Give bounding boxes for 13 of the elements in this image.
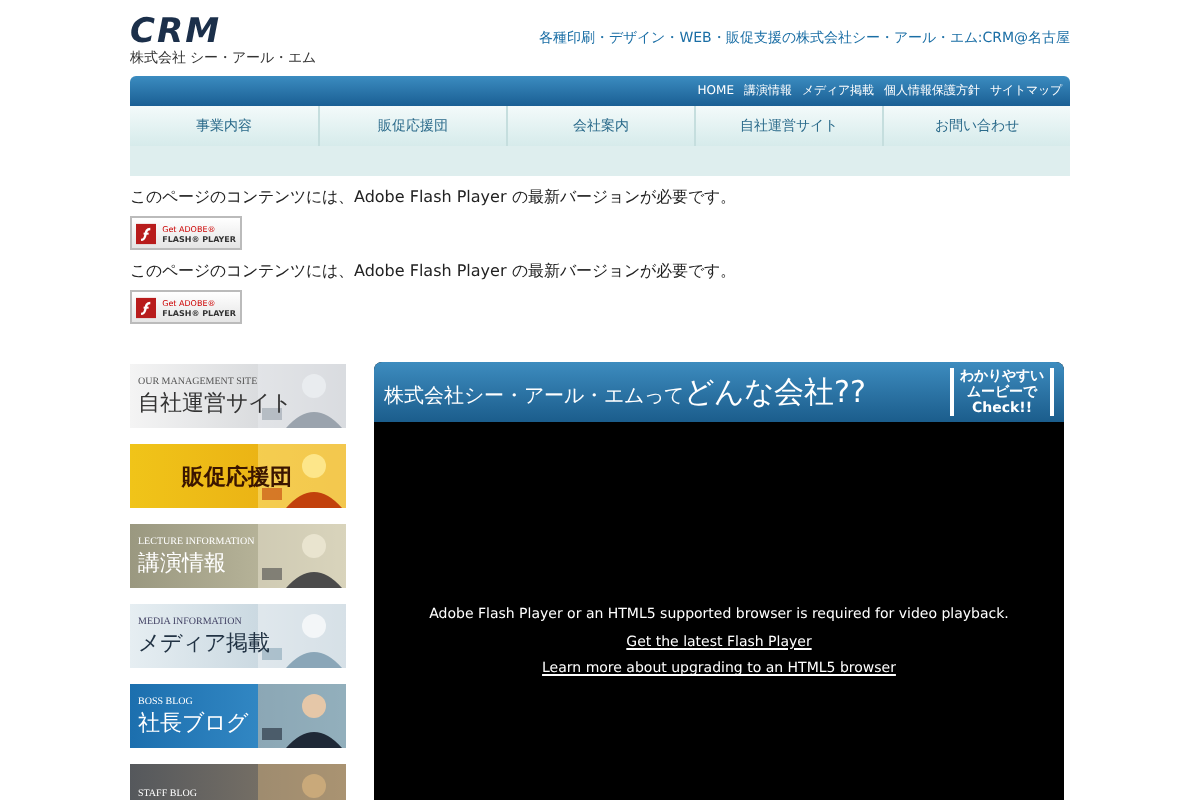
video-title-large: どんな会社?? [684,371,866,414]
flash-logo-icon [136,295,157,319]
logo[interactable]: CRM [130,16,317,50]
banner-title: 販促応援団 [179,463,294,489]
flash-logo-icon [136,221,157,245]
video-title-small: 株式会社シー・アール・エムって [384,383,684,412]
flash-notice-text: このページのコンテンツには、Adobe Flash Player の最新バージョンが必要です。 [130,188,738,208]
banner-link[interactable]: 販促応援団 [130,444,346,508]
banner-title: 社長ブログ [138,709,251,735]
banner-title: メディア掲載 [138,629,272,655]
banner-title: 自社運営サイト [138,389,294,415]
banner-title: 講演情報 [138,549,228,575]
flash-notice-text: このページのコンテンツには、Adobe Flash Player の最新バージョンが必要です。 [130,262,738,282]
